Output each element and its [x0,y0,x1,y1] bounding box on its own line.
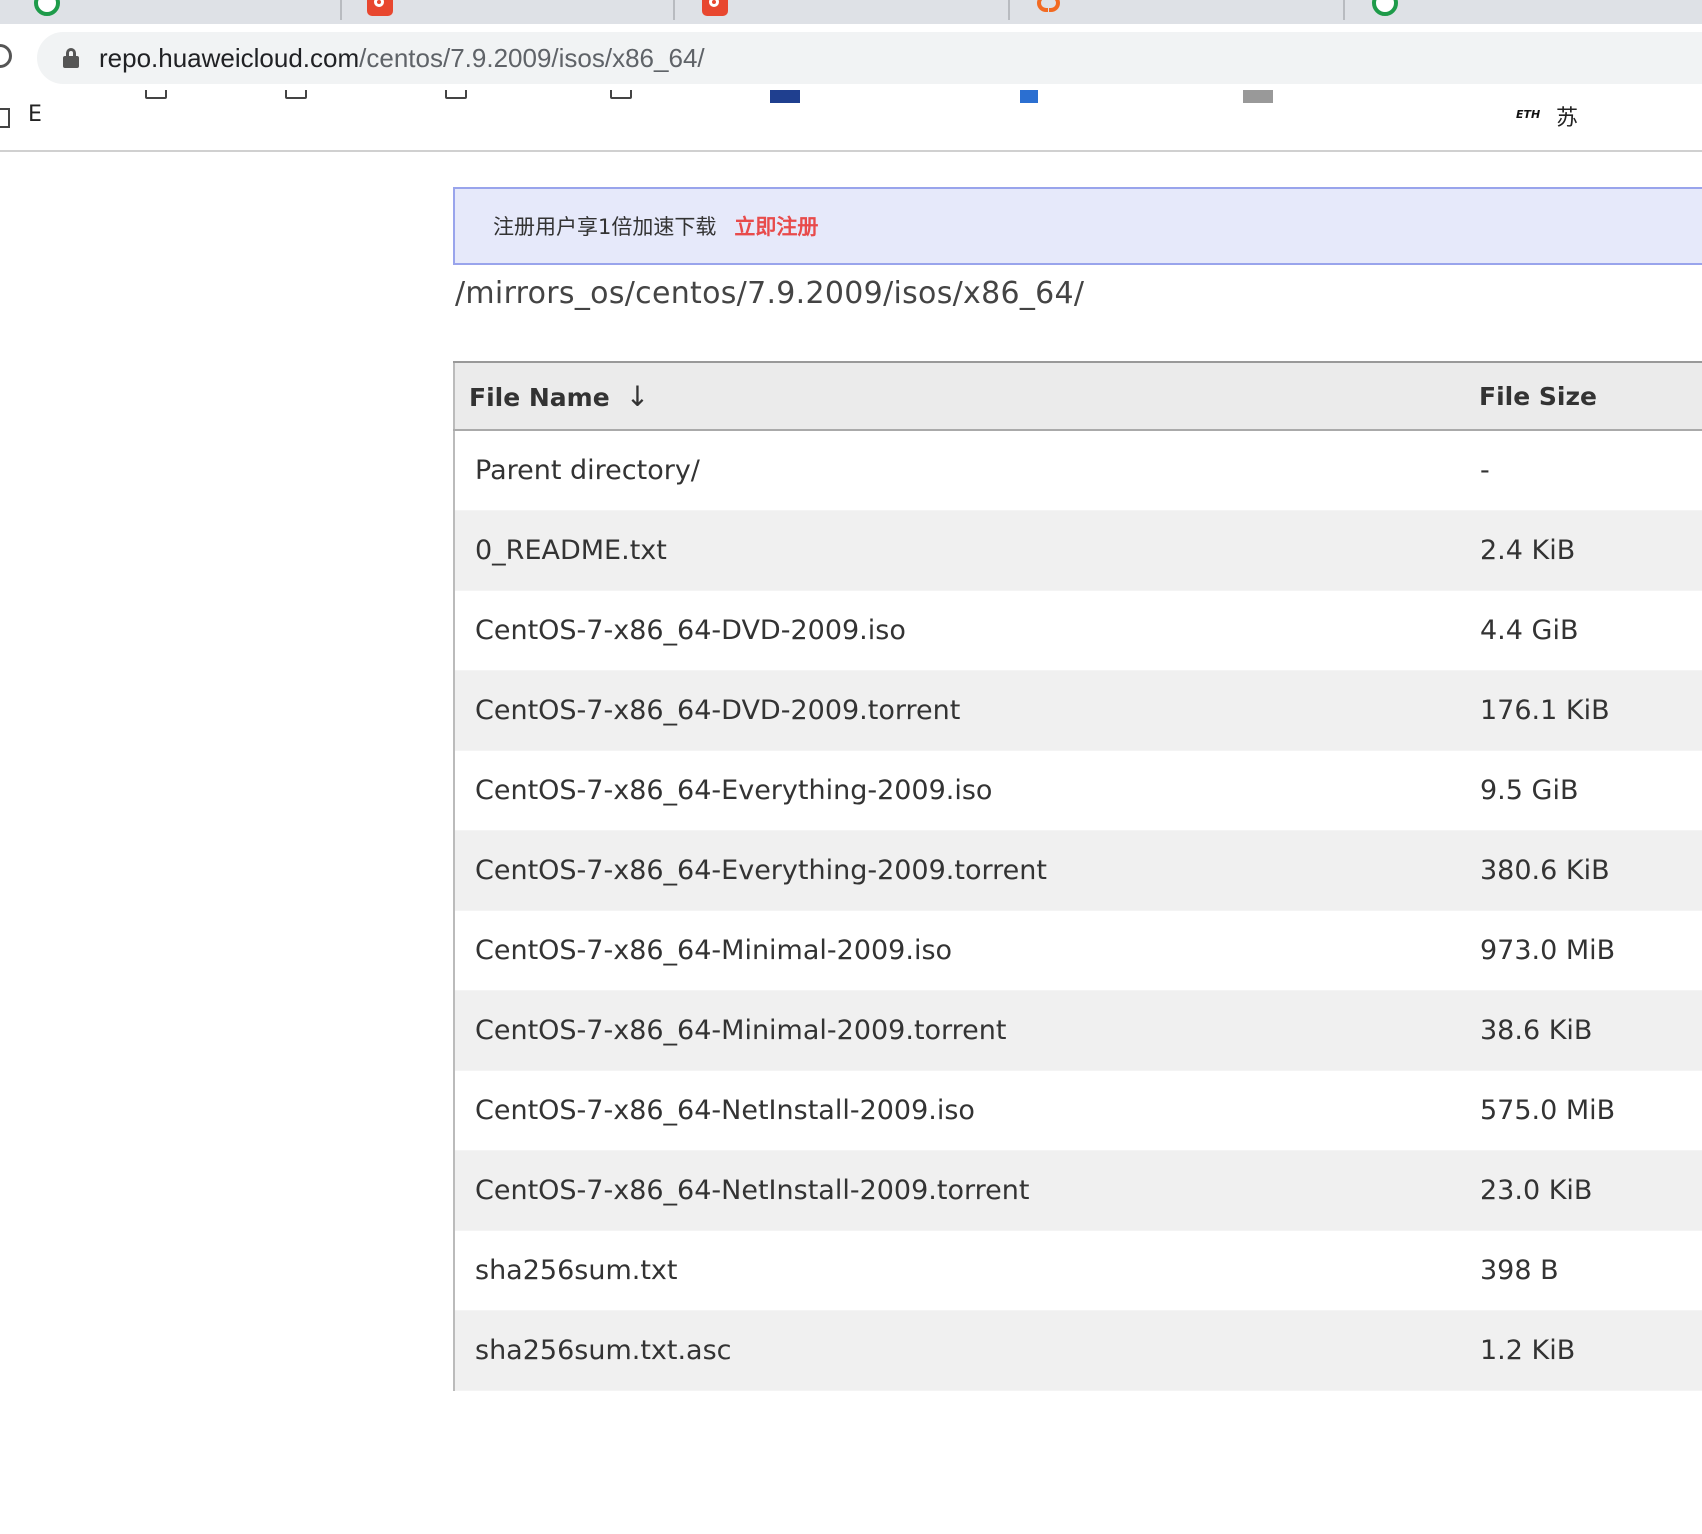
address-bar[interactable]: repo.huaweicloud.com/centos/7.9.2009/iso… [37,32,1702,84]
file-size-cell: 398 B [1467,1230,1702,1311]
bookmark-item[interactable] [1020,90,1052,103]
file-link[interactable]: CentOS-7-x86_64-Everything-2009.torrent [475,855,1047,886]
green-circle-icon [1372,0,1398,16]
table-row: CentOS-7-x86_64-DVD-2009.torrent 176.1 Ki… [453,670,1702,751]
folder-icon [610,90,632,99]
file-link[interactable]: CentOS-7-x86_64-Minimal-2009.iso [475,935,952,966]
file-size-cell: - [1467,430,1702,511]
table-body: Parent directory/-0_README.txt 2.4 KiB Cen… [453,430,1702,1391]
orange-alibaba-icon [1037,0,1063,16]
table-row: CentOS-7-x86_64-Minimal-2009.iso 973.0 Mi… [453,910,1702,991]
table-row: sha256sum.txt.asc 1.2 KiB [453,1310,1702,1391]
file-listing-table: File Name ↓ File Size Parent directory/-0… [453,361,1702,1391]
file-link[interactable]: sha256sum.txt [475,1255,677,1286]
file-size-cell: 23.0 KiB [1467,1150,1702,1231]
file-size-header[interactable]: File Size [1467,361,1702,431]
file-link[interactable]: Parent directory/ [475,455,700,486]
table-row: CentOS-7-x86_64-NetInstall-2009.iso 575.0… [453,1070,1702,1151]
file-name-cell: Parent directory/ [453,430,1467,511]
column-header-label: File Name [469,382,610,412]
red-c-icon [702,0,728,16]
file-size-cell: 575.0 MiB [1467,1070,1702,1151]
folder-icon [285,90,307,99]
file-name-cell: CentOS-7-x86_64-Everything-2009.torrent [453,830,1467,911]
lock-icon[interactable] [63,48,79,68]
table-header-row: File Name ↓ File Size [453,361,1702,431]
bookmark-label[interactable]: 苏 [1556,100,1578,132]
file-name-cell: sha256sum.txt [453,1230,1467,1311]
file-size-cell: 9.5 GiB [1467,750,1702,831]
bookmark-folder[interactable] [610,90,644,99]
browser-tab[interactable] [22,0,342,20]
directory-path: /mirrors_os/centos/7.9.2009/isos/x86_64/ [455,276,1085,311]
file-link[interactable]: CentOS-7-x86_64-NetInstall-2009.torrent [475,1175,1029,1206]
file-name-cell: CentOS-7-x86_64-NetInstall-2009.iso [453,1070,1467,1151]
browser-tab[interactable] [355,0,675,20]
folder-icon [445,90,467,99]
browser-toolbar: repo.huaweicloud.com/centos/7.9.2009/iso… [0,24,1702,90]
file-name-header[interactable]: File Name ↓ [453,361,1467,431]
bookmark-folder[interactable] [445,90,479,99]
bookmark-favicon-icon [770,90,800,103]
red-c-icon [367,0,393,16]
register-link[interactable]: 立即注册 [734,211,818,241]
browser-tab[interactable] [690,0,1010,20]
table-row: CentOS-7-x86_64-NetInstall-2009.torrent 2… [453,1150,1702,1231]
browser-tab[interactable] [1025,0,1345,20]
table-row: 0_README.txt 2.4 KiB [453,510,1702,591]
file-size-cell: 176.1 KiB [1467,670,1702,751]
bookmarks-bar: E ETH 苏 [0,90,1702,152]
file-name-cell: CentOS-7-x86_64-Everything-2009.iso [453,750,1467,831]
url-path: /centos/7.9.2009/isos/x86_64/ [359,42,705,73]
bookmark-folder[interactable] [285,90,319,99]
bookmark-item[interactable] [770,90,814,103]
file-link[interactable]: CentOS-7-x86_64-NetInstall-2009.iso [475,1095,975,1126]
file-size-cell: 973.0 MiB [1467,910,1702,991]
file-size-cell: 38.6 KiB [1467,990,1702,1071]
url-text: repo.huaweicloud.com/centos/7.9.2009/iso… [99,43,705,74]
file-name-cell: CentOS-7-x86_64-Minimal-2009.torrent [453,990,1467,1071]
bookmark-favicon-icon [1020,90,1038,103]
file-link[interactable]: CentOS-7-x86_64-DVD-2009.iso [475,615,906,646]
file-name-cell: CentOS-7-x86_64-Minimal-2009.iso [453,910,1467,991]
bookmark-favicon-icon [1243,90,1273,103]
sort-down-icon[interactable]: ↓ [626,380,649,413]
column-header-label: File Size [1479,381,1597,411]
eth-bookmark-icon[interactable]: ETH [1516,108,1540,121]
table-row: CentOS-7-x86_64-Everything-2009.torrent 3… [453,830,1702,911]
file-name-cell: CentOS-7-x86_64-DVD-2009.iso [453,590,1467,671]
file-name-cell: CentOS-7-x86_64-NetInstall-2009.torrent [453,1150,1467,1231]
file-name-cell: sha256sum.txt.asc [453,1310,1467,1391]
file-link[interactable]: CentOS-7-x86_64-Minimal-2009.torrent [475,1015,1007,1046]
file-size-cell: 380.6 KiB [1467,830,1702,911]
file-name-cell: CentOS-7-x86_64-DVD-2009.torrent [453,670,1467,751]
bookmark-items [0,90,1702,122]
table-row: Parent directory/ - [453,430,1702,511]
file-link[interactable]: CentOS-7-x86_64-Everything-2009.iso [475,775,992,806]
file-link[interactable]: sha256sum.txt.asc [475,1335,732,1366]
tab-strip [0,0,1702,24]
file-size-cell: 4.4 GiB [1467,590,1702,671]
url-host: repo.huaweicloud.com [99,42,360,73]
bookmark-folder[interactable] [145,90,179,99]
browser-tab[interactable] [1360,0,1680,20]
green-circle-icon [34,0,60,16]
reload-icon[interactable] [0,44,12,68]
table-row: CentOS-7-x86_64-Everything-2009.iso 9.5 G… [453,750,1702,831]
banner-text: 注册用户享1倍加速下载 [493,215,717,239]
table-row: CentOS-7-x86_64-Minimal-2009.torrent 38.6… [453,990,1702,1071]
file-size-cell: 1.2 KiB [1467,1310,1702,1391]
file-link[interactable]: CentOS-7-x86_64-DVD-2009.torrent [475,695,960,726]
file-name-cell: 0_README.txt [453,510,1467,591]
promo-banner: 注册用户享1倍加速下载 立即注册 [453,187,1702,265]
bookmark-item[interactable] [1243,90,1287,103]
file-link[interactable]: 0_README.txt [475,535,667,566]
folder-icon [145,90,167,99]
table-row: sha256sum.txt 398 B [453,1230,1702,1311]
table-row: CentOS-7-x86_64-DVD-2009.iso 4.4 GiB [453,590,1702,671]
file-size-cell: 2.4 KiB [1467,510,1702,591]
